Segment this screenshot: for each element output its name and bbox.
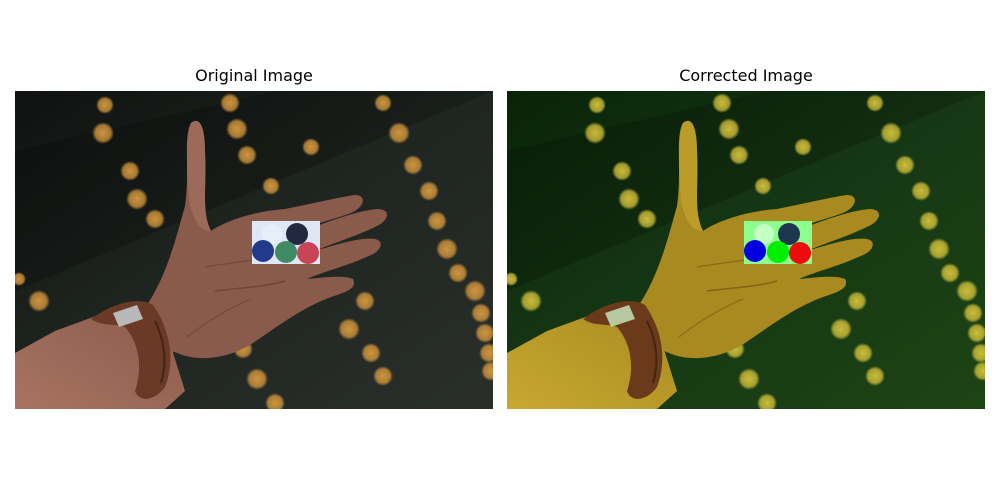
original-image-title: Original Image [195,66,313,85]
color-checker-card [744,221,812,264]
original-image [15,91,493,409]
color-checker-card [252,221,320,264]
corrected-image [507,91,985,409]
corrected-image-title: Corrected Image [679,66,813,85]
